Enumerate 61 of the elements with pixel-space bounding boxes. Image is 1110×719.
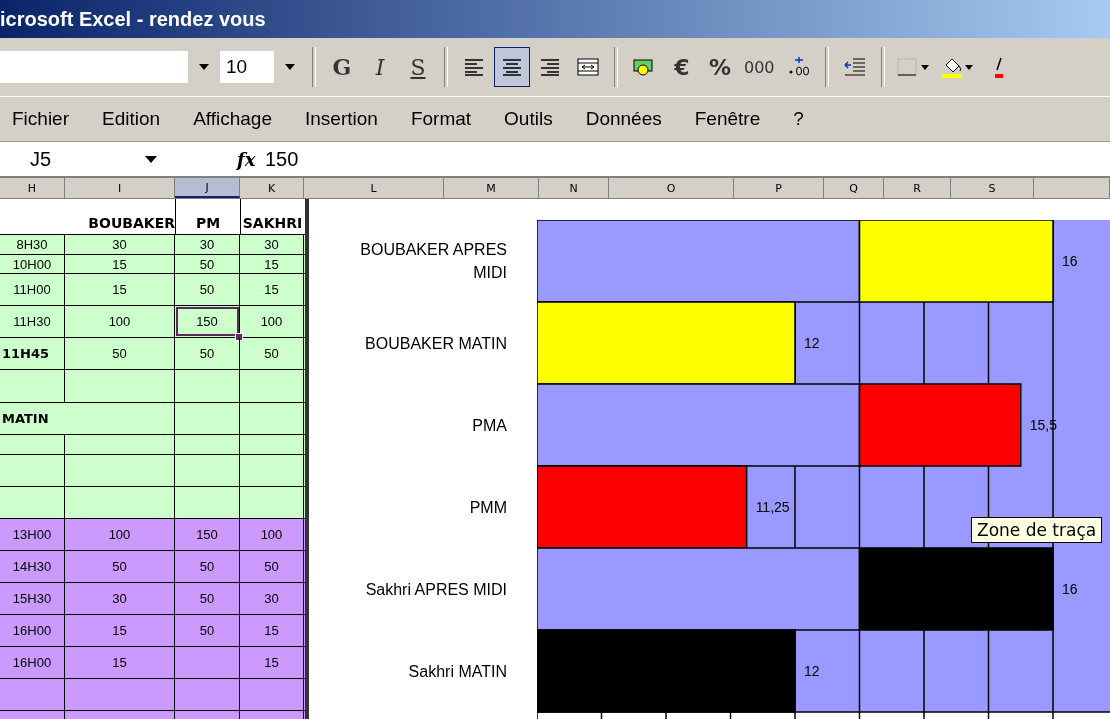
menu-item[interactable]: ?	[793, 108, 804, 130]
tooltip: Zone de traça	[971, 517, 1103, 543]
function-icon[interactable]: fx	[237, 148, 265, 170]
borders-icon	[896, 57, 931, 77]
data-label: 12	[804, 335, 820, 351]
dropdown-arrow-icon[interactable]	[145, 155, 157, 163]
column-header[interactable]: N	[539, 178, 609, 198]
font-name-field[interactable]	[0, 51, 188, 83]
bar[interactable]	[537, 301, 796, 385]
font-size-field[interactable]: 10	[220, 51, 274, 83]
category-label: PMM	[469, 497, 507, 518]
category-label: BOUBAKER MATIN	[365, 333, 507, 354]
data-label: 12	[804, 663, 820, 679]
category-label: Sakhri APRES MIDI	[365, 579, 507, 600]
menu-item[interactable]: Format	[410, 108, 472, 130]
table-header: BOUBAKER	[87, 214, 175, 233]
column-header[interactable]: O	[609, 178, 734, 198]
category-label: BOUBAKER APRES MIDI	[359, 240, 507, 283]
column-header[interactable]: P	[734, 178, 824, 198]
column-header[interactable]: Q	[824, 178, 884, 198]
bold-button[interactable]: G	[324, 47, 360, 87]
column-header[interactable]: R	[884, 178, 951, 198]
align-center-icon	[502, 58, 522, 76]
data-label: 16	[1062, 253, 1078, 269]
bar[interactable]	[858, 220, 1054, 303]
bar[interactable]	[537, 383, 861, 467]
column-header[interactable]: K	[240, 178, 304, 198]
column-header[interactable]: J	[175, 178, 240, 198]
menu-item[interactable]: Insertion	[305, 108, 378, 130]
menu-item[interactable]: Affichage	[193, 108, 272, 130]
category-label: PMA	[472, 415, 507, 436]
bar[interactable]	[537, 547, 861, 631]
banknote-icon	[632, 57, 656, 77]
column-header[interactable]: H	[0, 178, 65, 198]
data-label: 16	[1062, 581, 1078, 597]
column-header[interactable]: L	[304, 178, 444, 198]
menu-item[interactable]: Edition	[102, 108, 161, 130]
paint-bucket-icon	[940, 56, 975, 78]
column-header[interactable]: S	[951, 178, 1034, 198]
category-label: Sakhri MATIN	[408, 661, 507, 682]
name-box[interactable]: J5	[0, 147, 150, 171]
bar[interactable]	[537, 220, 861, 303]
menu-item[interactable]: Données	[585, 108, 662, 130]
menu-item[interactable]: Fichier	[12, 108, 69, 130]
window-title: icrosoft Excel - rendez vous	[0, 7, 266, 31]
column-header[interactable]: M	[444, 178, 539, 198]
format-button[interactable]: %	[702, 47, 738, 87]
align-center-button[interactable]	[494, 47, 530, 87]
font-color-icon	[994, 56, 1003, 78]
data-label: 11,25	[755, 499, 790, 515]
align-right-icon	[540, 58, 560, 76]
format-button[interactable]: €	[664, 47, 700, 87]
menu-item[interactable]: Outils	[504, 108, 553, 130]
format-button[interactable]: 000	[740, 47, 779, 87]
menu-item[interactable]: Fenêtre	[694, 108, 761, 130]
indent-icon	[843, 57, 866, 77]
merge-cells-icon	[577, 58, 599, 76]
italic-button[interactable]: I	[362, 47, 398, 87]
align-left-icon	[464, 58, 484, 76]
formula-field[interactable]: 150	[265, 147, 299, 171]
underline-button[interactable]: S	[400, 47, 436, 87]
